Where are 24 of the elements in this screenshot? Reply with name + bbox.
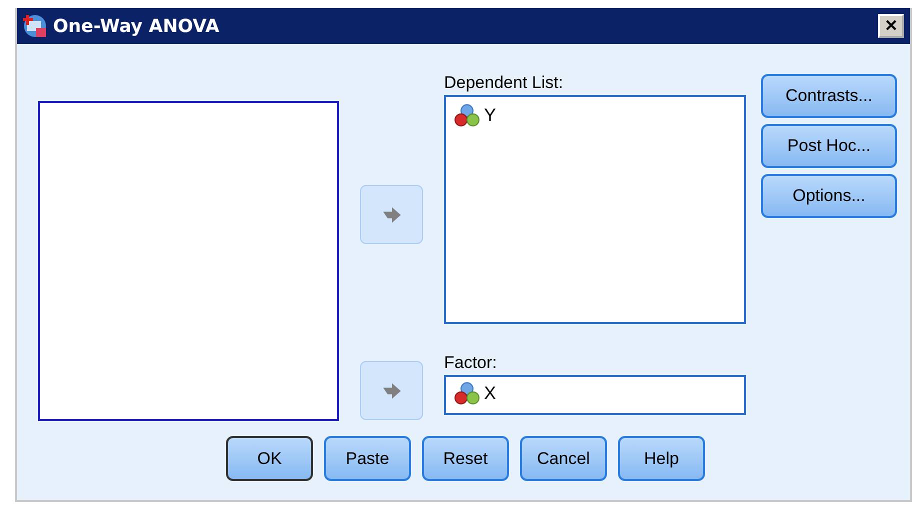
variable-name: Y <box>484 104 496 126</box>
variable-icon <box>454 381 480 405</box>
dialog-button[interactable]: Post Hoc... <box>761 124 897 168</box>
move-arrow-button[interactable] <box>360 361 423 420</box>
dialog-button[interactable]: Reset <box>422 436 509 481</box>
move-arrow-button[interactable] <box>360 185 423 244</box>
arrow-icon <box>380 206 402 224</box>
arrow-icon <box>380 382 402 400</box>
window-title: One-Way ANOVA <box>53 16 220 36</box>
source-variable-list[interactable] <box>38 101 339 421</box>
variable-name: X <box>484 382 496 404</box>
field-label: Factor: <box>444 353 498 374</box>
dialog-button[interactable]: Contrasts... <box>761 74 897 118</box>
close-button[interactable]: ✕ <box>878 14 904 38</box>
factor-field[interactable]: X <box>444 375 746 415</box>
dialog-button[interactable]: Help <box>618 436 705 481</box>
dialog-button[interactable]: Cancel <box>520 436 607 481</box>
variable-icon <box>454 103 480 127</box>
dialog-button[interactable]: Options... <box>761 174 897 218</box>
dialog-button[interactable]: OK <box>226 436 313 481</box>
field-label: Dependent List: <box>444 73 564 94</box>
dependent-list[interactable]: Y <box>444 95 746 324</box>
dialog-button[interactable]: Paste <box>324 436 411 481</box>
app-icon <box>23 14 47 38</box>
